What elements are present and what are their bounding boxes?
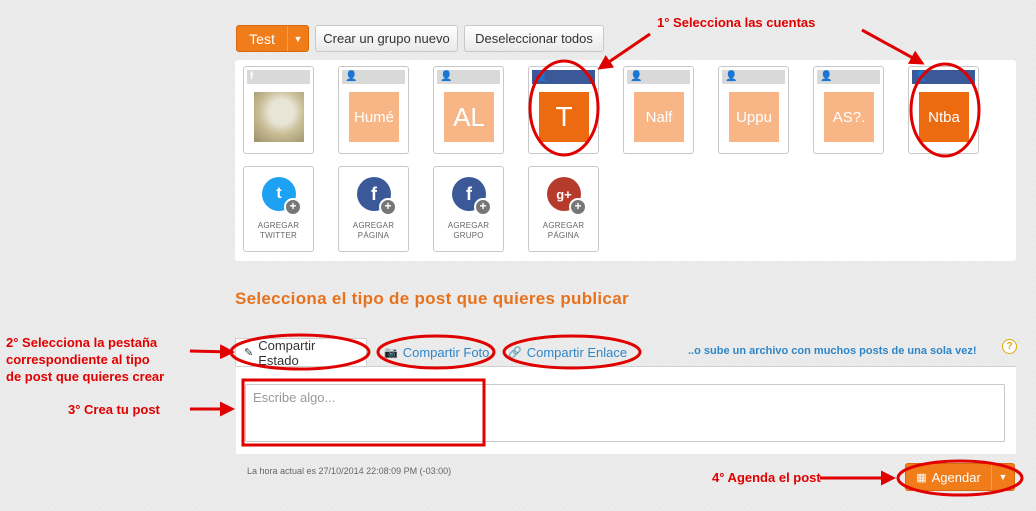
account-avatar: Ntba bbox=[919, 92, 969, 142]
user-icon: 👤 bbox=[725, 71, 738, 82]
user-icon: 👤 bbox=[915, 71, 928, 82]
calendar-icon: ▦ bbox=[916, 471, 927, 484]
account-tile[interactable]: 👤 Nalf bbox=[623, 66, 694, 154]
group-select-button[interactable]: Test ▼ bbox=[236, 25, 309, 52]
annotation-step3: 3° Crea tu post bbox=[68, 402, 160, 417]
annotation-step1: 1° Selecciona las cuentas bbox=[657, 15, 816, 30]
account-avatar: Nalf bbox=[634, 92, 684, 142]
page-badge-bar: 👤 bbox=[817, 70, 880, 84]
create-group-button[interactable]: Crear un grupo nuevo bbox=[315, 25, 458, 52]
edit-icon: ✎ bbox=[244, 347, 254, 359]
group-select-label: Test bbox=[249, 30, 275, 47]
facebook-badge-bar: f bbox=[247, 70, 310, 84]
schedule-button[interactable]: ▦ Agendar ▼ bbox=[905, 463, 1015, 491]
account-tile[interactable]: 👤 Humé bbox=[338, 66, 409, 154]
tab-label: Compartir Enlace bbox=[526, 344, 628, 360]
user-icon: 👤 bbox=[440, 71, 453, 82]
add-google-plus-button[interactable]: g+ + AGREGAR PÁGINA bbox=[528, 166, 599, 252]
current-time-note: La hora actual es 27/10/2014 22:08:09 PM… bbox=[247, 466, 452, 476]
add-caption: AGREGAR PÁGINA bbox=[352, 221, 395, 240]
help-icon[interactable]: ? bbox=[1002, 339, 1017, 354]
page-badge-bar: 👤 bbox=[532, 70, 595, 84]
arrow-to-account-ntba bbox=[861, 28, 925, 65]
facebook-icon: f bbox=[250, 71, 254, 82]
chevron-down-icon[interactable]: ▼ bbox=[287, 26, 308, 51]
page-badge-bar: 👤 bbox=[627, 70, 690, 84]
tab-compartir-foto[interactable]: 📷 Compartir Foto bbox=[384, 338, 489, 366]
plus-icon: + bbox=[379, 198, 397, 216]
user-icon: 👤 bbox=[820, 71, 833, 82]
page-badge-bar: 👤 bbox=[437, 70, 500, 84]
add-twitter-button[interactable]: t + AGREGAR TWITTER bbox=[243, 166, 314, 252]
annotation-step2: 2° Selecciona la pestaña correspondiente… bbox=[6, 335, 165, 384]
account-tile[interactable]: 👤 AL bbox=[433, 66, 504, 154]
account-tile[interactable]: 👤 Uppu bbox=[718, 66, 789, 154]
accounts-panel: f 👤 Humé 👤 AL 👤 T 👤 Nalf 👤 Uppu 👤 AS?. 👤… bbox=[235, 60, 1016, 261]
page-badge-bar: 👤 bbox=[912, 70, 975, 84]
post-input[interactable] bbox=[245, 384, 1005, 442]
bulk-upload-link[interactable]: ..o sube un archivo con muchos posts de … bbox=[688, 345, 977, 357]
account-tile-selected[interactable]: 👤 T bbox=[528, 66, 599, 154]
link-icon: 🔗 bbox=[508, 346, 522, 359]
add-caption: AGREGAR GRUPO bbox=[447, 221, 490, 240]
schedule-label: ▦ Agendar bbox=[916, 469, 981, 485]
plus-icon: + bbox=[569, 198, 587, 216]
user-icon: 👤 bbox=[345, 71, 358, 82]
add-caption: AGREGAR TWITTER bbox=[257, 221, 300, 240]
add-caption: AGREGAR PÁGINA bbox=[542, 221, 585, 240]
account-tile-selected[interactable]: 👤 Ntba bbox=[908, 66, 979, 154]
plus-icon: + bbox=[284, 198, 302, 216]
user-icon: 👤 bbox=[535, 71, 548, 82]
account-avatar: AS?. bbox=[824, 92, 874, 142]
chevron-down-icon[interactable]: ▼ bbox=[991, 464, 1014, 490]
add-facebook-page-button[interactable]: f + AGREGAR PÁGINA bbox=[338, 166, 409, 252]
tab-label: Compartir Foto bbox=[402, 344, 490, 360]
arrow-to-tabs bbox=[189, 344, 235, 360]
deselect-all-button[interactable]: Deseleccionar todos bbox=[464, 25, 604, 52]
profile-photo bbox=[254, 92, 304, 142]
account-avatar: Uppu bbox=[729, 92, 779, 142]
add-facebook-group-button[interactable]: f + AGREGAR GRUPO bbox=[433, 166, 504, 252]
account-tile[interactable]: f bbox=[243, 66, 314, 154]
section-heading: Selecciona el tipo de post que quieres p… bbox=[235, 289, 629, 308]
tab-compartir-estado[interactable]: ✎ Compartir Estado bbox=[235, 337, 367, 368]
annotation-step4: 4° Agenda el post bbox=[712, 470, 821, 485]
account-tile[interactable]: 👤 AS?. bbox=[813, 66, 884, 154]
camera-icon: 📷 bbox=[384, 346, 398, 359]
page-badge-bar: 👤 bbox=[722, 70, 785, 84]
user-icon: 👤 bbox=[630, 71, 643, 82]
plus-icon: + bbox=[474, 198, 492, 216]
tab-label: Compartir Estado bbox=[258, 337, 316, 368]
account-avatar: Humé bbox=[349, 92, 399, 142]
account-avatar: AL bbox=[444, 92, 494, 142]
page-badge-bar: 👤 bbox=[342, 70, 405, 84]
account-avatar: T bbox=[539, 92, 589, 142]
tab-compartir-enlace[interactable]: 🔗 Compartir Enlace bbox=[508, 338, 627, 366]
